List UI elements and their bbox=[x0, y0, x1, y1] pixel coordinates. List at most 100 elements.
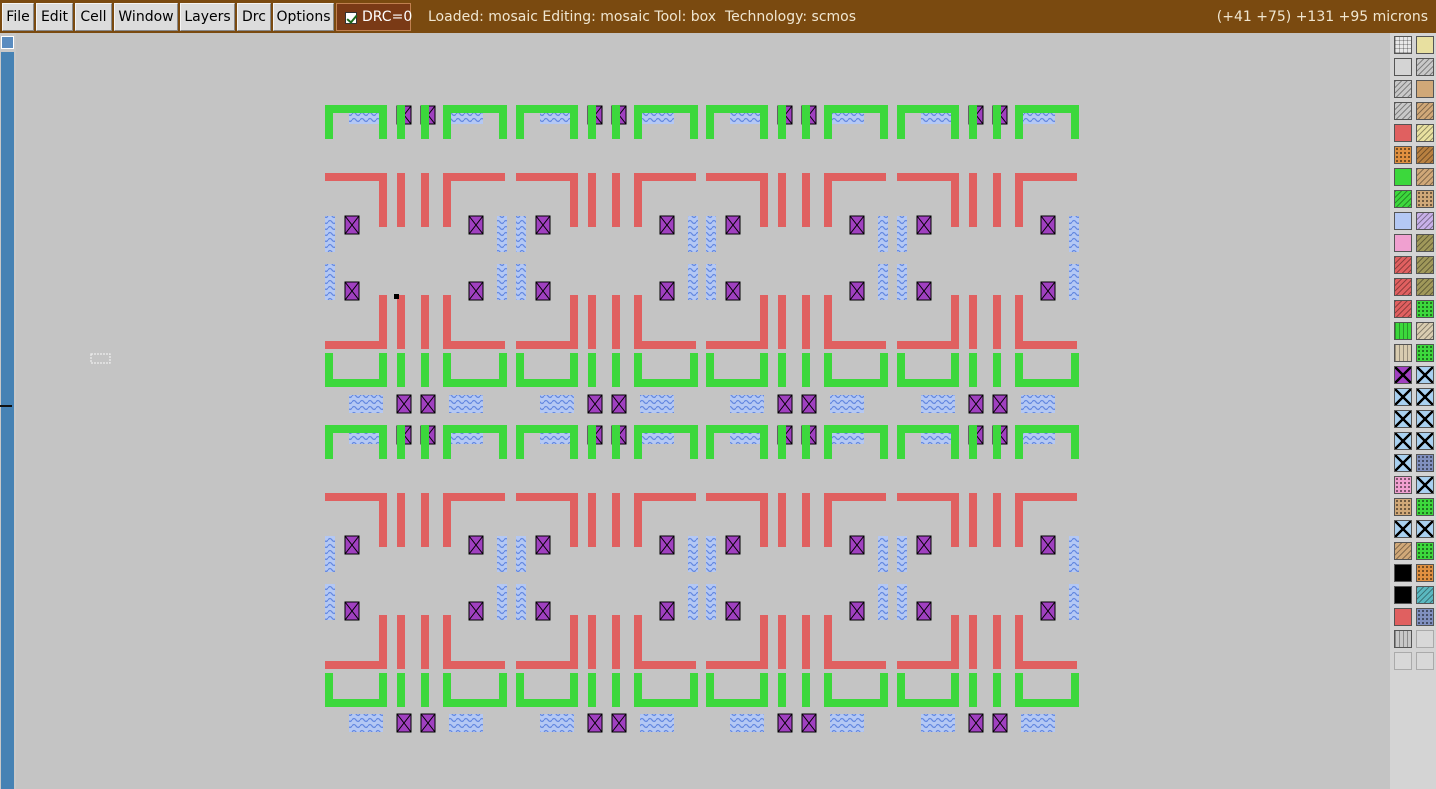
layer-swatch-green-dots-4-icon[interactable] bbox=[1416, 542, 1434, 560]
layer-swatch-tan-pattern-icon[interactable] bbox=[1416, 80, 1434, 98]
layer-swatch-brown-hatch-icon[interactable] bbox=[1416, 146, 1434, 164]
layer-swatch-beige-hatch-icon[interactable] bbox=[1416, 322, 1434, 340]
layer-swatch-navy-dots-2-icon[interactable] bbox=[1416, 608, 1434, 626]
ndiff-bar bbox=[516, 379, 578, 387]
poly-bar bbox=[443, 493, 505, 501]
layer-swatch-cyan-contact-6-icon[interactable] bbox=[1394, 432, 1412, 450]
poly-bar bbox=[325, 173, 387, 181]
layer-swatch-green-dots-2-icon[interactable] bbox=[1416, 344, 1434, 362]
layer-swatch-cyan-contact-2-icon[interactable] bbox=[1394, 388, 1412, 406]
layer-swatch-dot-hatch-icon[interactable] bbox=[1394, 102, 1412, 120]
layer-swatch-yellow-hatch-icon[interactable] bbox=[1416, 124, 1434, 142]
layer-swatch-red-hatch-3-icon[interactable] bbox=[1394, 300, 1412, 318]
layer-swatch-cyan-contact-10-icon[interactable] bbox=[1394, 520, 1412, 538]
scroll-up-button[interactable] bbox=[1, 36, 14, 49]
layer-swatch-purple-contact-icon[interactable] bbox=[1394, 366, 1412, 384]
layer-swatch-red-solid-2-icon[interactable] bbox=[1394, 608, 1412, 626]
layer-swatch-tan-dots-icon[interactable] bbox=[1416, 190, 1434, 208]
drc-checkbox[interactable] bbox=[345, 12, 357, 24]
layer-swatch-green-stripe-icon[interactable] bbox=[1394, 322, 1412, 340]
layer-swatch-black-grid-icon[interactable] bbox=[1394, 564, 1412, 582]
layer-swatch-tan-hatch-2-icon[interactable] bbox=[1416, 168, 1434, 186]
layer-swatch-yellow-pattern-icon[interactable] bbox=[1416, 36, 1434, 54]
layer-swatch-blank-icon[interactable] bbox=[1416, 630, 1434, 648]
metal1-leg bbox=[897, 216, 907, 252]
menu-window[interactable]: Window bbox=[114, 3, 178, 31]
poly-bar bbox=[897, 493, 959, 501]
layer-swatch-pink-dots-icon[interactable] bbox=[1394, 476, 1412, 494]
ndiff-bar bbox=[1015, 105, 1077, 113]
menu-drc[interactable]: Drc bbox=[237, 3, 271, 31]
layer-swatch-blank-3-icon[interactable] bbox=[1416, 652, 1434, 670]
layer-swatch-tan-hatch-3-icon[interactable] bbox=[1394, 542, 1412, 560]
ndiff-leg bbox=[1015, 425, 1023, 459]
poly-leg bbox=[443, 173, 451, 227]
layout-drawing[interactable] bbox=[16, 33, 1390, 789]
poly-bar bbox=[634, 173, 696, 181]
ndiff-gate bbox=[588, 105, 596, 139]
layer-swatch-olive-hatch-icon[interactable] bbox=[1416, 234, 1434, 252]
drc-toggle[interactable]: DRC=0 bbox=[336, 3, 412, 31]
layer-swatch-cyan-contact-7-icon[interactable] bbox=[1416, 432, 1434, 450]
menu-options[interactable]: Options bbox=[273, 3, 334, 31]
menu-edit[interactable]: Edit bbox=[36, 3, 73, 31]
layer-swatch-cyan-contact-11-icon[interactable] bbox=[1416, 520, 1434, 538]
ndiff-leg bbox=[880, 425, 888, 459]
layer-swatch-olive-hatch-2-icon[interactable] bbox=[1416, 256, 1434, 274]
layout-canvas[interactable] bbox=[16, 33, 1390, 789]
layer-swatch-cyan-contact-4-icon[interactable] bbox=[1394, 410, 1412, 428]
poly-leg bbox=[951, 493, 959, 547]
ndiff-leg bbox=[325, 105, 333, 139]
layer-swatch-blank-2-icon[interactable] bbox=[1394, 652, 1412, 670]
poly-leg bbox=[951, 295, 959, 349]
metal1-leg bbox=[878, 584, 888, 620]
layer-swatch-lavender-hatch-icon[interactable] bbox=[1416, 212, 1434, 230]
menu-file[interactable]: File bbox=[2, 3, 34, 31]
ndiff-bar bbox=[443, 379, 505, 387]
menu-layers[interactable]: Layers bbox=[180, 3, 235, 31]
layer-swatch-cyan-contact-9-icon[interactable] bbox=[1416, 476, 1434, 494]
vertical-scrollbar[interactable] bbox=[0, 33, 16, 789]
layer-swatch-cyan-contact-8-icon[interactable] bbox=[1394, 454, 1412, 472]
ndiff-leg bbox=[516, 105, 524, 139]
layer-swatch-olive-hatch-3-icon[interactable] bbox=[1416, 278, 1434, 296]
layer-swatch-green-solid-icon[interactable] bbox=[1394, 168, 1412, 186]
poly-bar bbox=[897, 341, 959, 349]
layer-swatch-orange-dots-icon[interactable] bbox=[1394, 146, 1412, 164]
poly-bar bbox=[1015, 661, 1077, 669]
layer-swatch-blue-wave-icon[interactable] bbox=[1394, 212, 1412, 230]
layer-swatch-cyan-contact-3-icon[interactable] bbox=[1416, 388, 1434, 406]
layer-swatch-beige-stripe-icon[interactable] bbox=[1394, 344, 1412, 362]
layer-swatch-red-hatch-2-icon[interactable] bbox=[1394, 278, 1412, 296]
poly-leg bbox=[760, 493, 768, 547]
ndiff-leg bbox=[516, 353, 524, 387]
layer-swatch-green-dots-3-icon[interactable] bbox=[1416, 498, 1434, 516]
layer-swatch-red-hatch-icon[interactable] bbox=[1394, 256, 1412, 274]
layer-swatch-gray-lines-icon[interactable] bbox=[1394, 630, 1412, 648]
layer-swatch-diag-hatch-icon[interactable] bbox=[1394, 80, 1412, 98]
menu-cell[interactable]: Cell bbox=[75, 3, 112, 31]
layer-swatch-cyan-contact-icon[interactable] bbox=[1416, 366, 1434, 384]
layer-swatch-box-outline-icon[interactable] bbox=[1394, 58, 1412, 76]
layer-swatch-teal-hatch-icon[interactable] bbox=[1416, 586, 1434, 604]
layer-swatch-hatch-pattern-icon[interactable] bbox=[1416, 58, 1434, 76]
layer-swatch-green-dots-icon[interactable] bbox=[1416, 300, 1434, 318]
ndiff-gate bbox=[397, 425, 405, 459]
poly-bar bbox=[634, 661, 696, 669]
layer-swatch-tan-hatch-icon[interactable] bbox=[1416, 102, 1434, 120]
layer-swatch-red-solid-icon[interactable] bbox=[1394, 124, 1412, 142]
ndiff-leg bbox=[570, 353, 578, 387]
layer-swatch-cyan-contact-5-icon[interactable] bbox=[1416, 410, 1434, 428]
layer-swatch-pink-cross-icon[interactable] bbox=[1394, 234, 1412, 252]
ndiff-leg bbox=[443, 353, 451, 387]
ndiff-leg bbox=[706, 425, 714, 459]
layer-swatch-navy-dots-icon[interactable] bbox=[1416, 454, 1434, 472]
layer-swatch-black-solid-icon[interactable] bbox=[1394, 586, 1412, 604]
layer-swatch-tan-dots-2-icon[interactable] bbox=[1394, 498, 1412, 516]
layer-swatch-grid-pattern-icon[interactable] bbox=[1394, 36, 1412, 54]
layer-swatch-green-hatch-icon[interactable] bbox=[1394, 190, 1412, 208]
scrollbar-track[interactable] bbox=[1, 52, 14, 789]
metal1-leg bbox=[325, 216, 335, 252]
metal1-leg bbox=[497, 536, 507, 572]
layer-swatch-orange-dots-2-icon[interactable] bbox=[1416, 564, 1434, 582]
